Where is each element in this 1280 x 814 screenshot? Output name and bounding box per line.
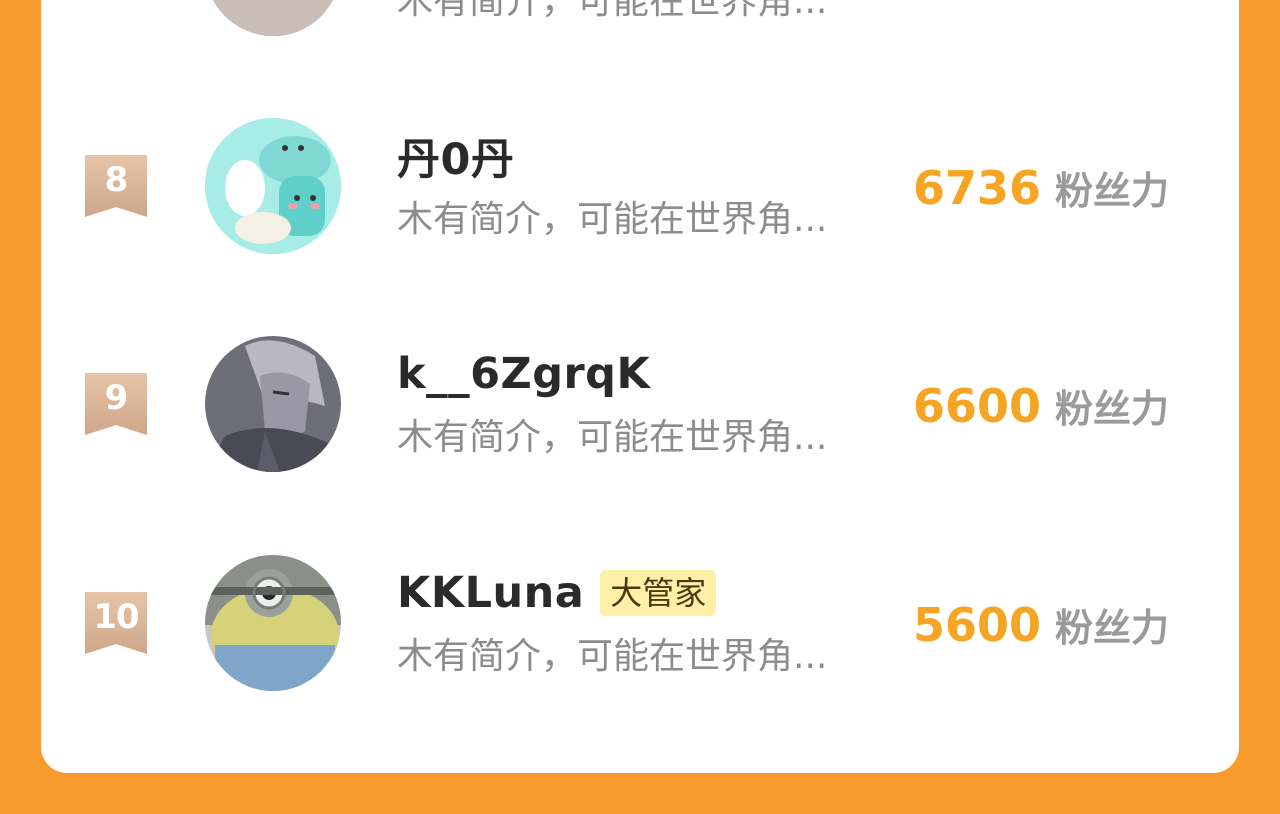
user-description: 木有简介，可能在世界角... — [397, 0, 828, 22]
user-description: 木有简介，可能在世界角... — [397, 199, 828, 240]
rank-badge: 10 — [85, 592, 147, 654]
list-item[interactable]: 8 丹0丹 木有简介，可能在世界角... 6736 粉丝力 — [41, 116, 1239, 256]
user-name[interactable]: k__6ZgrqK — [397, 349, 650, 399]
avatar[interactable] — [205, 336, 341, 472]
user-name[interactable]: 丹0丹 — [397, 125, 514, 187]
list-item[interactable]: 9 k__6ZgrqK 木有简介，可能在世界角... 6600 粉丝力 — [41, 334, 1239, 474]
avatar[interactable] — [205, 118, 341, 254]
fan-power-value: 6736 — [912, 161, 1041, 215]
rank-badge: 8 — [85, 155, 147, 217]
fan-power-unit: 粉丝力 — [1054, 387, 1169, 431]
user-description: 木有简介，可能在世界角... — [397, 636, 828, 677]
leaderboard-card: 木有简介，可能在世界角... 8 丹0丹 木有简介，可能在世界角... 6736 — [41, 0, 1239, 773]
avatar[interactable] — [205, 0, 341, 36]
user-description: 木有简介，可能在世界角... — [397, 417, 828, 458]
avatar[interactable] — [205, 555, 341, 691]
role-badge: 大管家 — [600, 570, 717, 616]
fan-power-unit: 粉丝力 — [1054, 169, 1169, 213]
fan-power-unit: 粉丝力 — [1054, 606, 1169, 650]
list-item[interactable]: 10 KKLuna 大管家 木有简介，可能在世界角... 5600 粉丝力 — [41, 553, 1239, 693]
user-name[interactable]: KKLuna — [397, 568, 584, 618]
fan-power-value: 6600 — [912, 379, 1041, 433]
rank-badge: 9 — [85, 373, 147, 435]
fan-power-value: 5600 — [912, 598, 1041, 652]
list-item[interactable]: 木有简介，可能在世界角... — [41, 0, 1239, 38]
